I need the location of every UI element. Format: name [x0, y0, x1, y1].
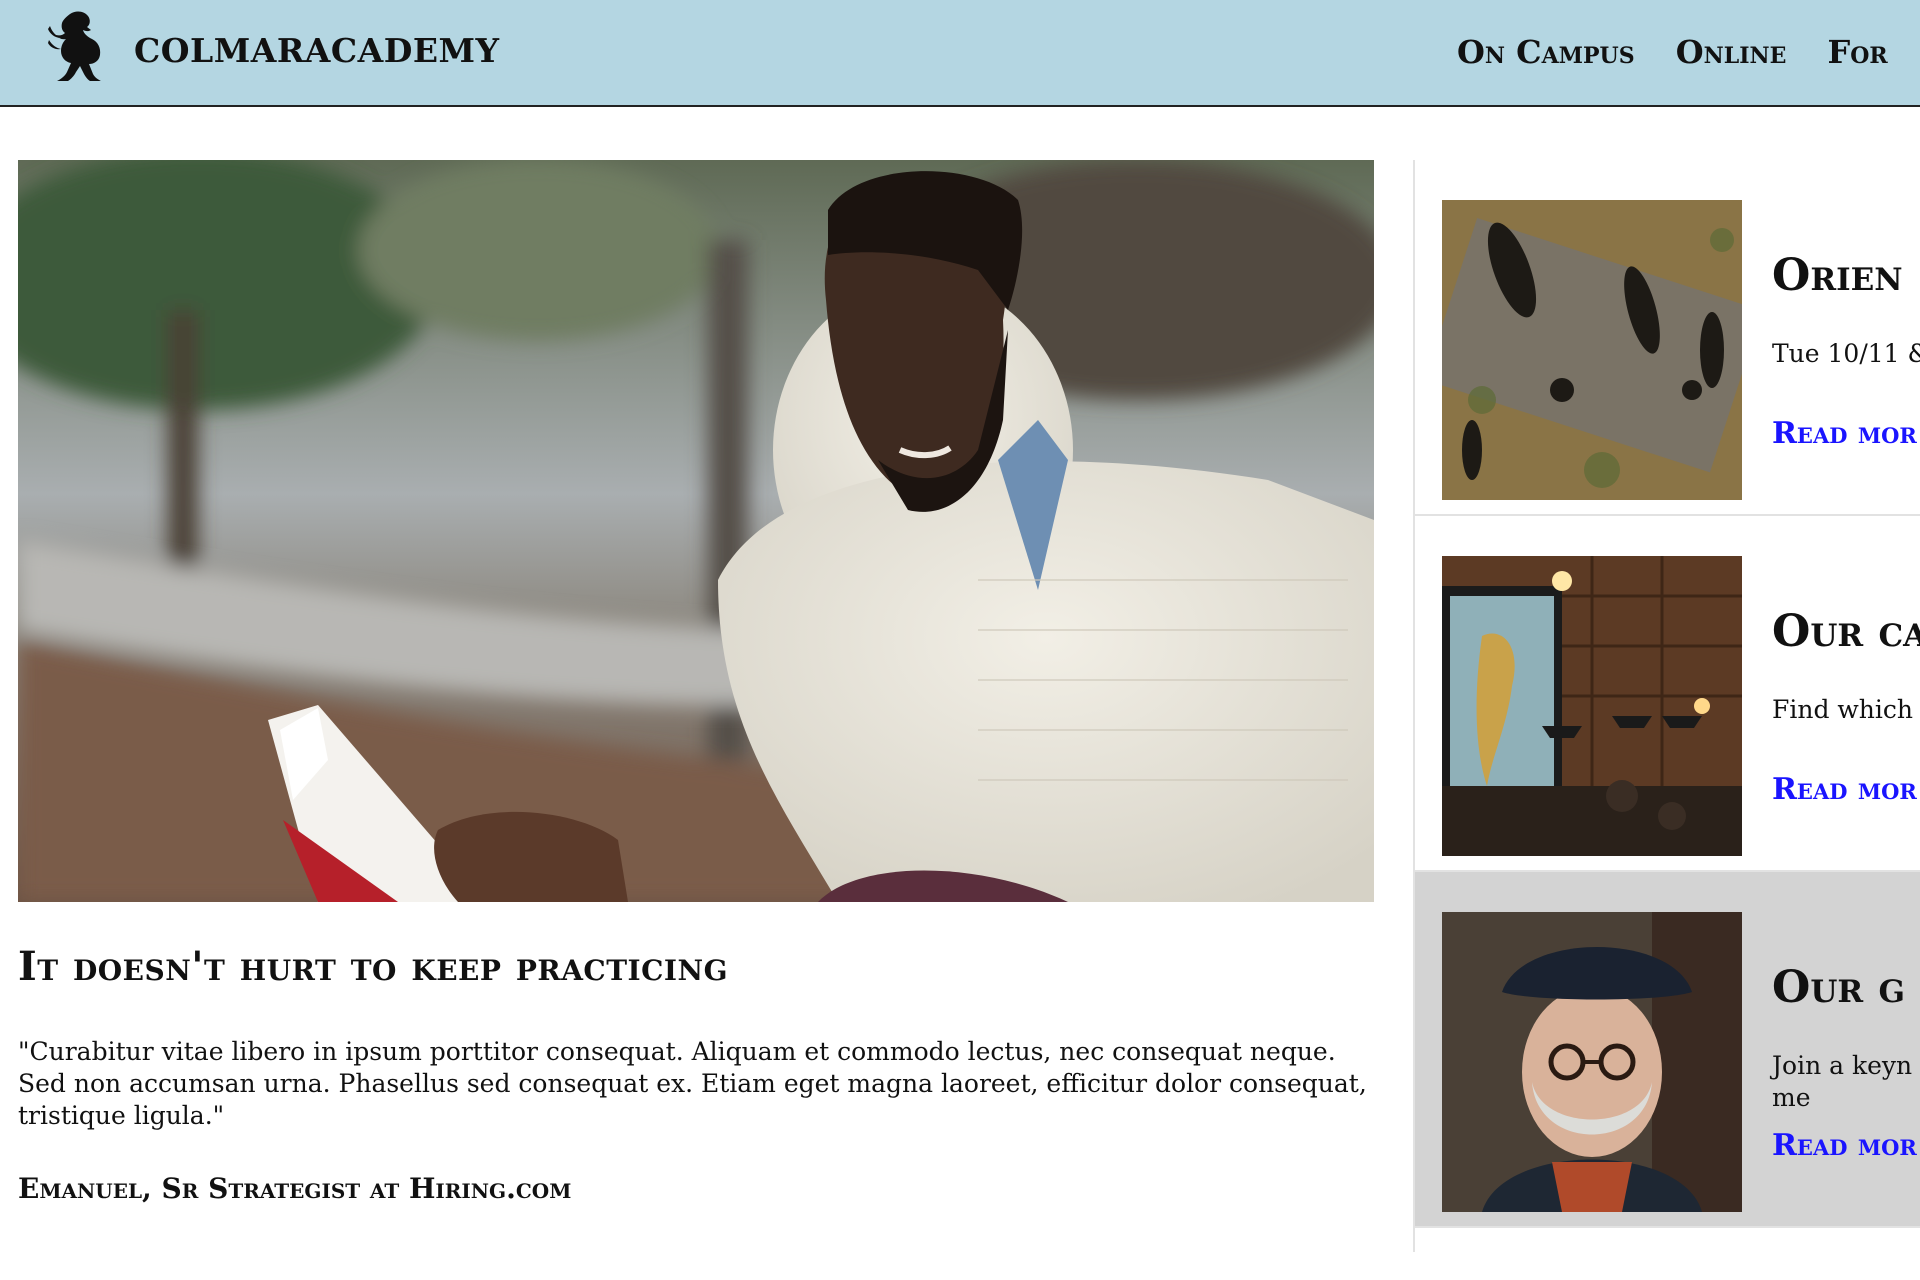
card-thumbnail: [1442, 912, 1742, 1212]
sidebar-card-guest[interactable]: Our g Join a keyn music in me Read mor: [1415, 872, 1920, 1228]
nav-item-online[interactable]: Online: [1676, 33, 1787, 71]
read-more-link[interactable]: Read mor: [1772, 1128, 1917, 1163]
card-text: Join a keyn music in me: [1772, 1051, 1920, 1112]
brand-name[interactable]: COLMARACADEMY: [134, 31, 500, 70]
card-thumbnail: [1442, 200, 1742, 500]
read-more-link[interactable]: Read mor: [1772, 772, 1917, 807]
featured-title: It doesn't hurt to keep practicing: [18, 943, 729, 990]
read-more-link[interactable]: Read mor: [1772, 416, 1917, 451]
main-nav: On Campus Online For: [1457, 33, 1918, 71]
card-title: Our ca: [1772, 606, 1920, 657]
nav-item-on-campus[interactable]: On Campus: [1457, 33, 1635, 71]
featured-author: Emanuel, Sr Strategist at Hiring.com: [18, 1172, 572, 1205]
card-thumbnail: [1442, 556, 1742, 856]
rearing-lion-icon[interactable]: [44, 10, 108, 86]
sidebar-card-campus[interactable]: Our ca Find which Read mor: [1415, 516, 1920, 872]
featured-quote: "Curabitur vitae libero in ipsum porttit…: [18, 1037, 1367, 1130]
card-text: Find which: [1772, 695, 1913, 724]
featured-photo: [18, 160, 1374, 902]
sidebar: Orien Tue 10/11 & Read mor Our ca Find w…: [1413, 160, 1920, 1252]
site-header: COLMARACADEMY On Campus Online For: [0, 0, 1920, 107]
card-text: Tue 10/11 &: [1772, 339, 1920, 368]
nav-item-for[interactable]: For: [1828, 33, 1888, 71]
sidebar-card-orientation[interactable]: Orien Tue 10/11 & Read mor: [1415, 160, 1920, 516]
card-title: Orien: [1772, 250, 1903, 301]
card-title: Our g: [1772, 962, 1905, 1013]
